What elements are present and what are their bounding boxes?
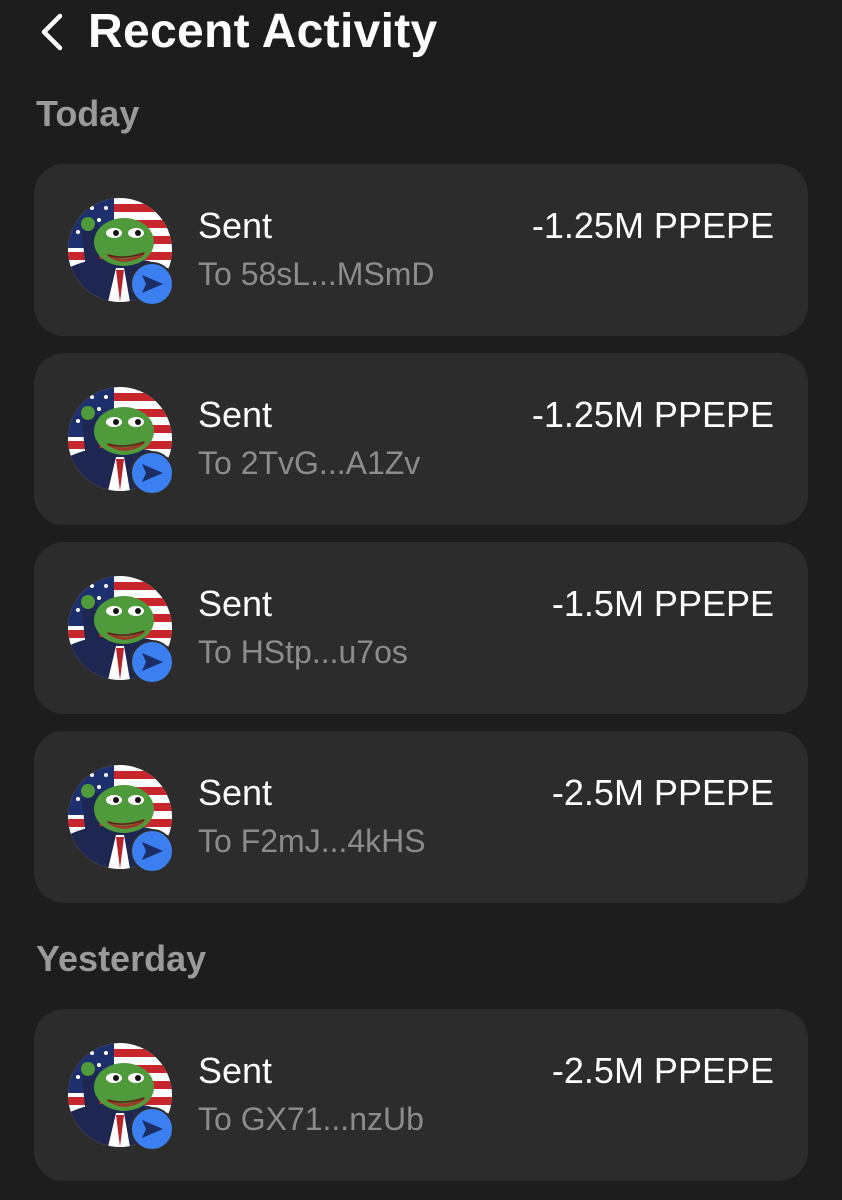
- send-arrow-icon: [130, 262, 174, 306]
- activity-item[interactable]: Sent To F2mJ...4kHS -2.5M PPEPE: [34, 731, 808, 903]
- section-label-yesterday: Yesterday: [36, 938, 207, 979]
- header: Recent Activity: [0, 0, 842, 66]
- transaction-recipient: To GX71...nzUb: [198, 1101, 424, 1137]
- section-label-today: Today: [36, 93, 140, 134]
- activity-item[interactable]: Sent To GX71...nzUb -2.5M PPEPE: [34, 1009, 808, 1181]
- transaction-recipient: To F2mJ...4kHS: [198, 823, 426, 859]
- send-arrow-icon: [130, 451, 174, 495]
- send-arrow-icon: [130, 1107, 174, 1151]
- page-title: Recent Activity: [88, 5, 438, 58]
- transaction-amount: -1.25M PPEPE: [531, 205, 774, 246]
- transaction-type: Sent: [198, 394, 273, 435]
- transaction-amount: -1.5M PPEPE: [551, 583, 774, 624]
- activity-item[interactable]: Sent To HStp...u7os -1.5M PPEPE: [34, 542, 808, 714]
- activity-item[interactable]: Sent To 58sL...MSmD -1.25M PPEPE: [34, 164, 808, 336]
- transaction-amount: -2.5M PPEPE: [551, 772, 774, 813]
- send-arrow-icon: [130, 829, 174, 873]
- transaction-amount: -1.25M PPEPE: [531, 394, 774, 435]
- recent-activity-screen: Recent Activity Today Sent To 58sL...MSm…: [0, 0, 842, 1200]
- transaction-amount: -2.5M PPEPE: [551, 1050, 774, 1091]
- transaction-recipient: To 2TvG...A1Zv: [198, 445, 421, 481]
- transaction-type: Sent: [198, 1050, 273, 1091]
- transaction-type: Sent: [198, 583, 273, 624]
- send-arrow-icon: [130, 640, 174, 684]
- transaction-type: Sent: [198, 205, 273, 246]
- back-button[interactable]: [30, 8, 74, 56]
- transaction-recipient: To HStp...u7os: [198, 634, 408, 670]
- transaction-recipient: To 58sL...MSmD: [198, 256, 435, 292]
- activity-item[interactable]: Sent To 2TvG...A1Zv -1.25M PPEPE: [34, 353, 808, 525]
- chevron-left-icon: [41, 13, 63, 51]
- transaction-type: Sent: [198, 772, 273, 813]
